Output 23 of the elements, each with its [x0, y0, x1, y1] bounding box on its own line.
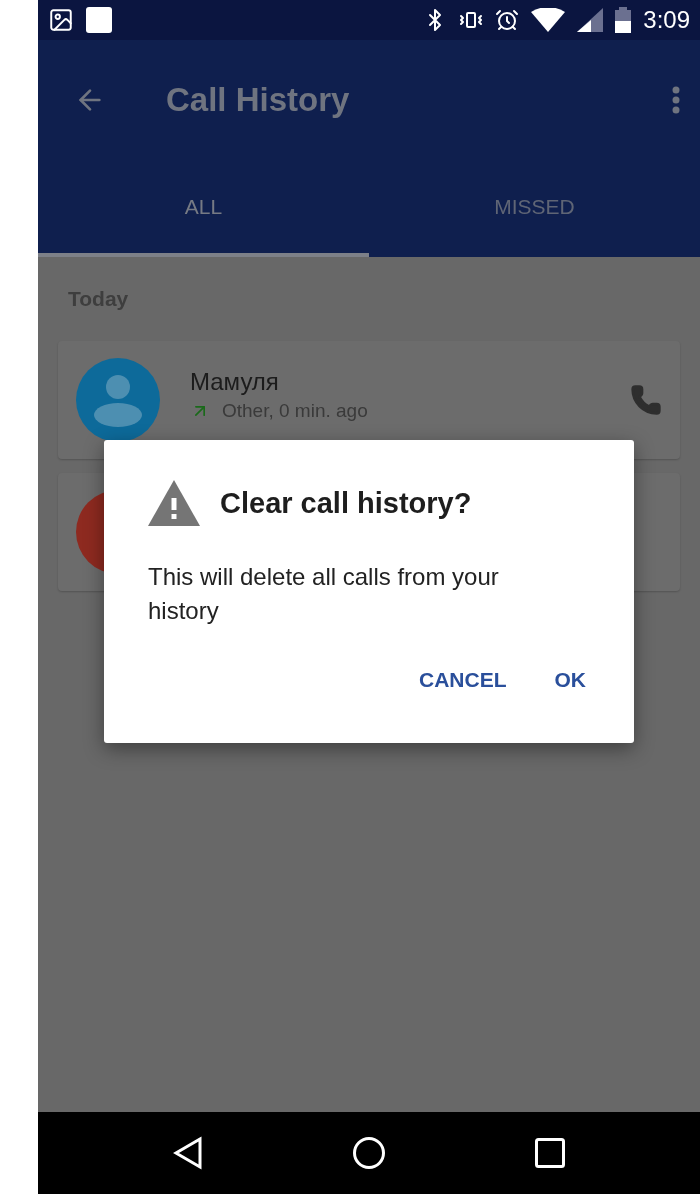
dialog-button[interactable]: OK [550, 664, 590, 696]
recents-nav-icon[interactable] [535, 1138, 566, 1168]
more-icon [672, 86, 680, 114]
contact-name: Мамуля [190, 368, 280, 396]
more-menu-button[interactable] [672, 86, 680, 114]
tab[interactable]: MISSED [369, 160, 700, 257]
phone-icon [630, 384, 662, 416]
status-time: 3:09 [643, 6, 690, 34]
notification-icon [86, 7, 112, 33]
back-nav-icon[interactable] [172, 1136, 203, 1170]
signal-icon [577, 8, 604, 32]
alarm-icon [495, 8, 520, 32]
wifi-icon [531, 8, 566, 32]
dialog-button[interactable]: CANCEL [415, 664, 511, 696]
screen-title: Call History [166, 81, 351, 119]
image-icon [48, 7, 74, 33]
warning-icon [148, 480, 200, 526]
call-button[interactable] [630, 384, 662, 416]
home-nav-icon[interactable] [352, 1136, 386, 1170]
battery-icon [615, 7, 632, 33]
dialog-title: Clear call history? [220, 486, 472, 520]
dialog-message: This will delete all calls from your history [148, 562, 500, 626]
tab[interactable]: ALL [38, 160, 369, 257]
